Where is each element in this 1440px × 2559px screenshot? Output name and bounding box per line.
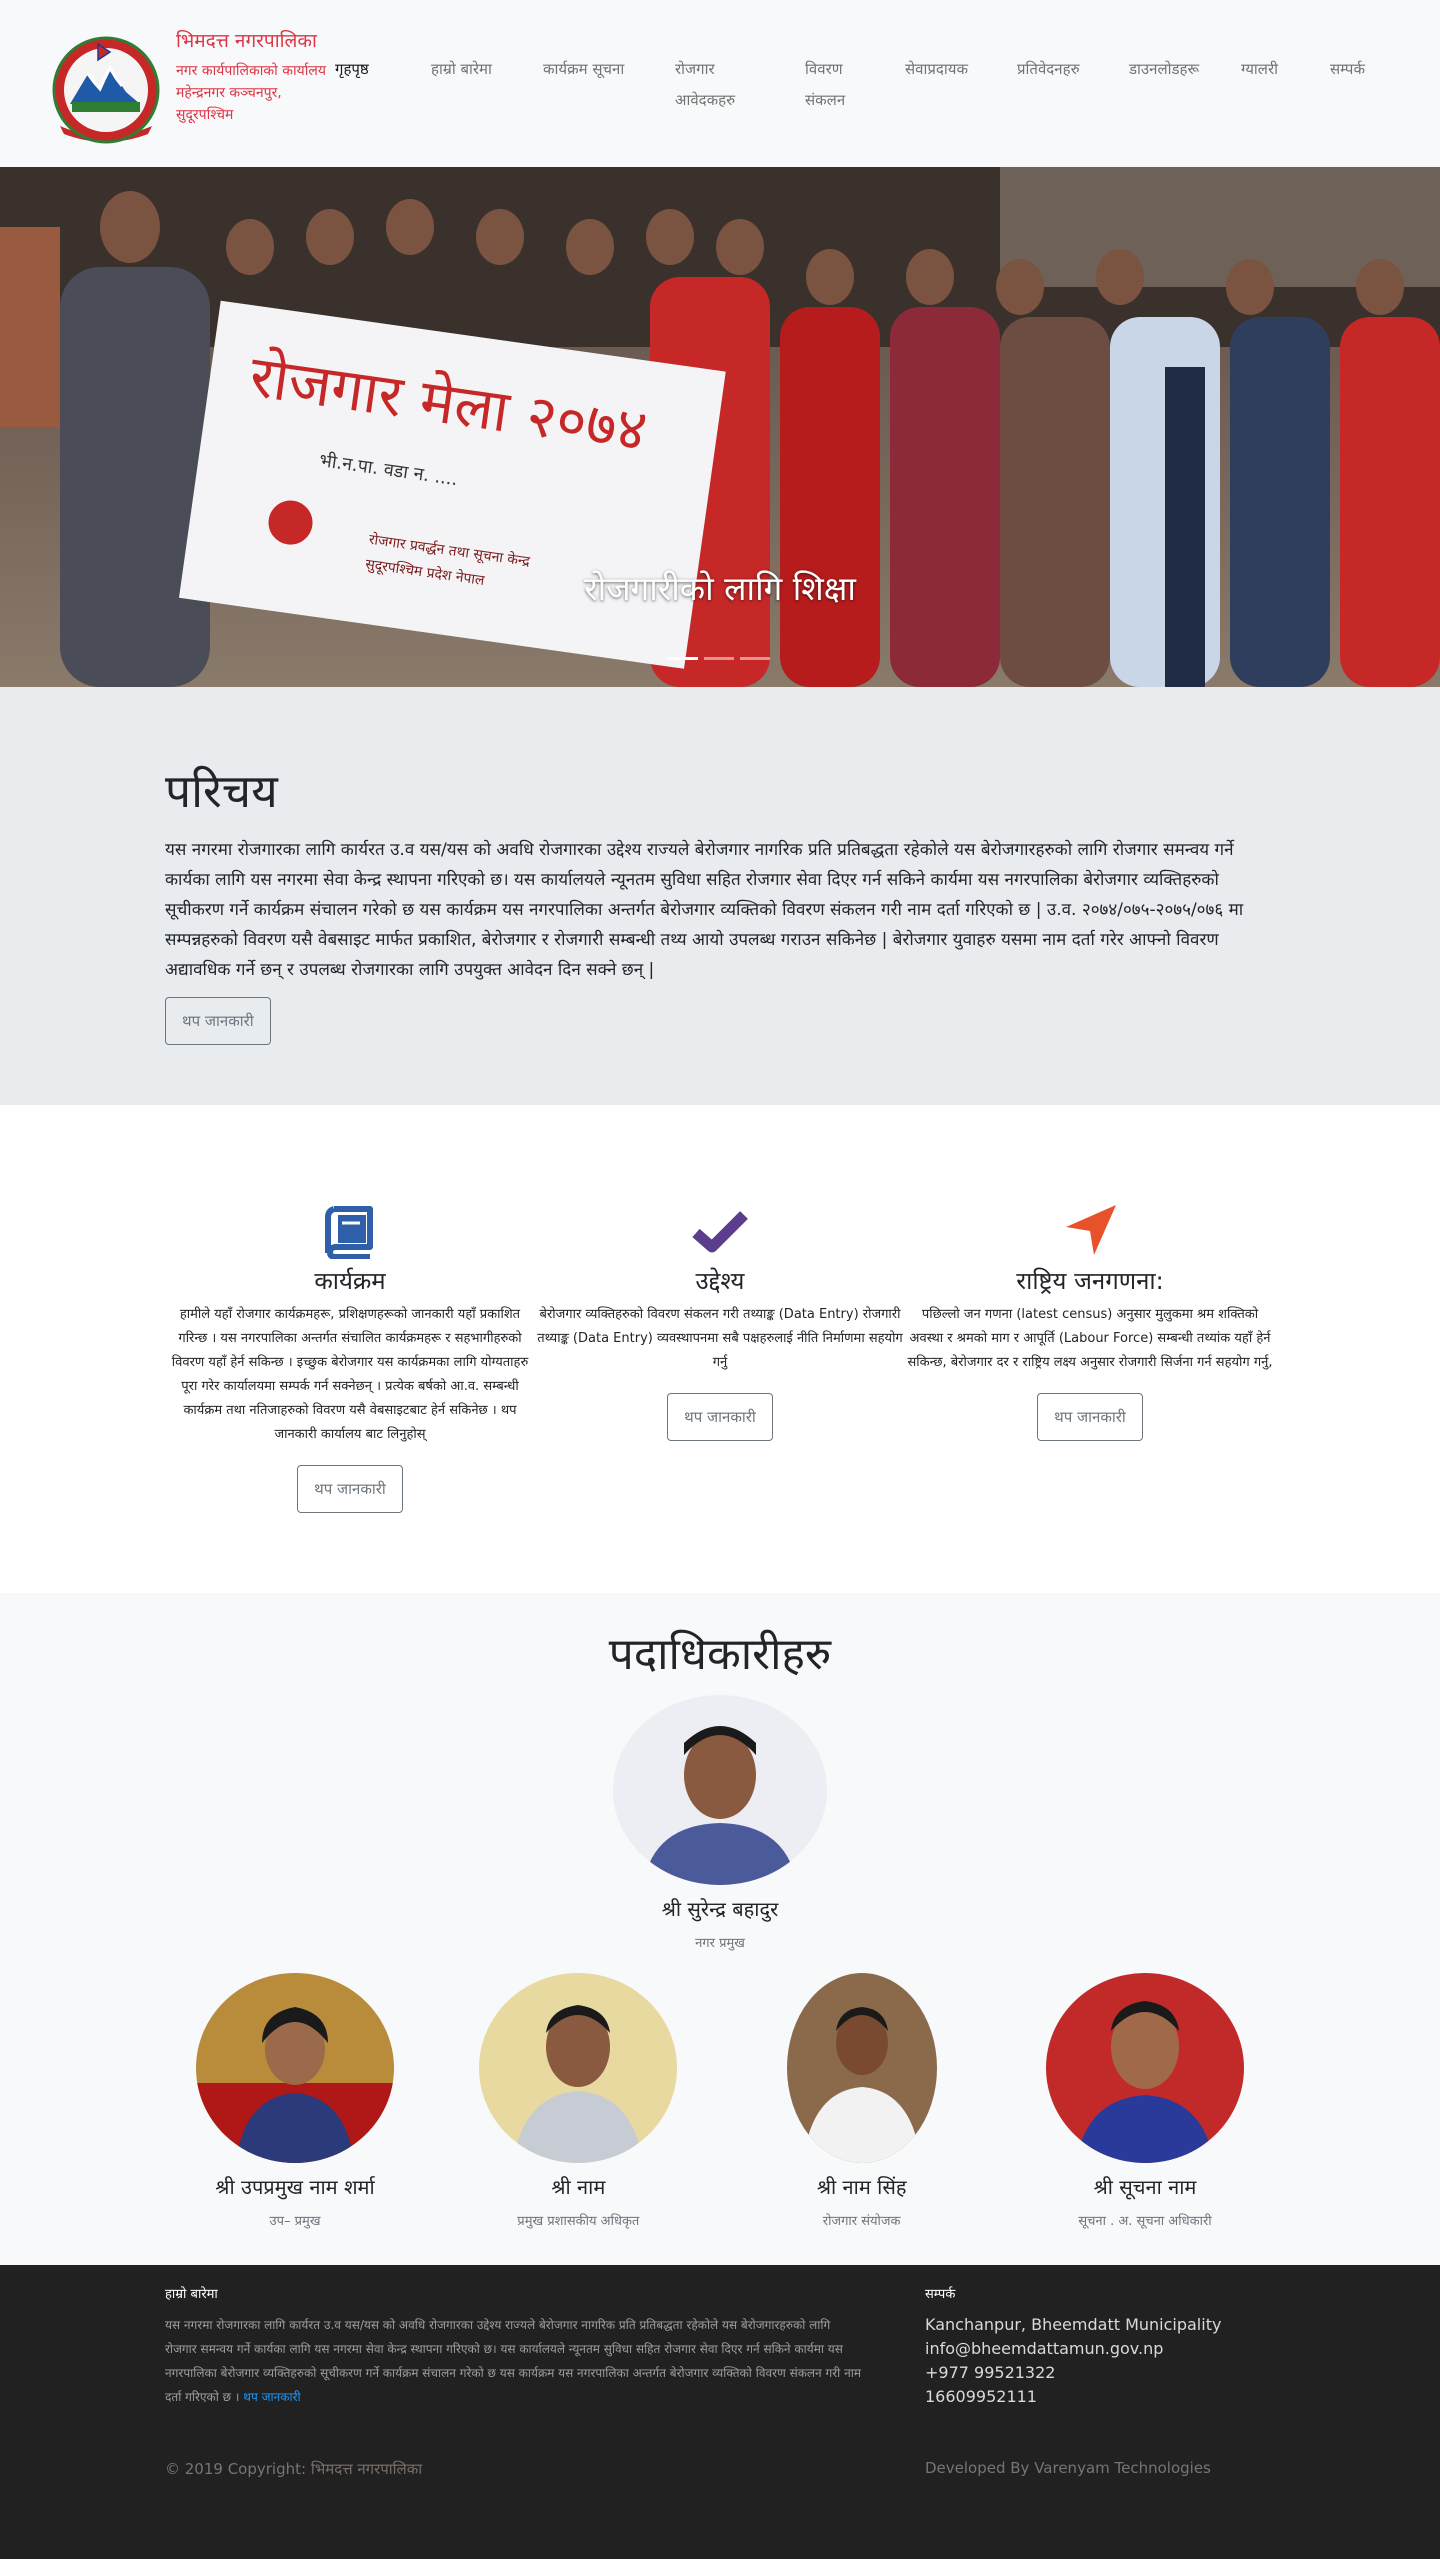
feature-title: कार्यक्रम: [314, 1267, 386, 1295]
nav-item-programs[interactable]: कार्यक्रम सूचना: [543, 50, 675, 116]
copyright: © 2019 Copyright: भिमदत्त नगरपालिका: [165, 2459, 925, 2479]
nav-item-downloads[interactable]: डाउनलोडहरू: [1129, 50, 1241, 116]
brand[interactable]: भिमदत्त नगरपालिका नगर कार्यपालिकाको कार्…: [48, 0, 335, 144]
intro-heading: परिचय: [165, 764, 278, 818]
feature-programs: कार्यक्रम हामीले यहाँ रोजगार कार्यक्रमहर…: [165, 1203, 535, 1593]
book-icon: [165, 1203, 535, 1260]
brand-title: भिमदत्त नगरपालिका: [176, 30, 317, 52]
brand-sub-line: सुदूरपश्चिम: [176, 107, 234, 123]
feature-objectives: उद्देश्य बेरोजगार व्यक्तिहरुको विवरण संक…: [535, 1203, 905, 1593]
carousel-indicator[interactable]: [740, 657, 770, 660]
brand-text: भिमदत्त नगरपालिका नगर कार्यपालिकाको कार्…: [176, 28, 326, 126]
official-role: सूचना . अ. सूचना अधिकारी: [1078, 2214, 1212, 2229]
officials-section: पदाधिकारीहरु श्री सुरेन्द्र बहादुर नगर प…: [0, 1593, 1440, 2265]
contact-address: Kanchanpur, Bheemdatt Municipality: [925, 2315, 1222, 2334]
check-icon: [535, 1203, 905, 1259]
official-card: श्री नाम सिंह रोजगार संयोजक: [732, 1973, 992, 2229]
official-name: श्री नाम सिंह: [816, 2175, 907, 2199]
intro-text: यस नगरमा रोजगारका लागि कार्यरत उ.व यस/यस…: [165, 840, 1244, 980]
location-arrow-icon: [905, 1203, 1275, 1259]
feature-text: हामीले यहाँ रोजगार कार्यक्रमहरू, प्रशिक्…: [171, 1307, 529, 1442]
contact-tollfree[interactable]: 16609952111: [925, 2385, 1221, 2409]
official-role: प्रमुख प्रशासकीय अधिकृत: [517, 2214, 640, 2229]
emblem-logo: [52, 36, 160, 144]
developer-credit: Developed By Varenyam Technologies: [925, 2459, 1211, 2477]
feature-title: राष्ट्रिय जनगणना:: [1016, 1267, 1164, 1295]
avatar: [196, 1973, 394, 2163]
official-card: श्री उपप्रमुख नाम शर्मा उप– प्रमुख: [165, 1973, 425, 2229]
contact-email[interactable]: info@bheemdattamun.gov.np: [925, 2337, 1221, 2361]
intro-section: परिचय यस नगरमा रोजगारका लागि कार्यरत उ.व…: [0, 687, 1440, 1105]
avatar: [786, 1973, 937, 2163]
official-card: श्री सुरेन्द्र बहादुर नगर प्रमुख: [520, 1695, 920, 1951]
official-role: रोजगार संयोजक: [822, 2214, 901, 2229]
copyright-link[interactable]: भिमदत्त नगरपालिका: [311, 2460, 422, 2478]
nav-item-providers[interactable]: सेवाप्रदायक: [905, 50, 1017, 116]
footer-about-heading: हाम्रो बारेमा: [165, 2287, 218, 2302]
officials-heading: पदाधिकारीहरु: [608, 1629, 832, 1680]
footer-contact-heading: सम्पर्क: [925, 2287, 956, 2302]
carousel-indicator[interactable]: [668, 657, 698, 660]
official-card: श्री सूचना नाम सूचना . अ. सूचना अधिकारी: [1015, 1973, 1275, 2229]
carousel-indicator[interactable]: [704, 657, 734, 660]
nav-item-gallery[interactable]: ग्यालरी: [1241, 50, 1330, 116]
official-name: श्री नाम: [551, 2175, 606, 2199]
navbar: भिमदत्त नगरपालिका नगर कार्यपालिकाको कार्…: [0, 0, 1440, 167]
nav-item-contact[interactable]: सम्पर्क: [1330, 50, 1400, 116]
footer-more-link[interactable]: थप जानकारी: [243, 2390, 300, 2404]
feature-more-button[interactable]: थप जानकारी: [667, 1393, 773, 1441]
avatar: [479, 1973, 678, 2163]
officials-list: श्री उपप्रमुख नाम शर्मा उप– प्रमुख श्री …: [165, 1973, 1275, 2229]
official-name: श्री सुरेन्द्र बहादुर: [661, 1897, 779, 1921]
nav-item-reports[interactable]: प्रतिवेदनहरु: [1017, 50, 1129, 116]
feature-census: राष्ट्रिय जनगणना: पछिल्लो जन गणना (lates…: [905, 1203, 1275, 1593]
avatar: [613, 1695, 827, 1885]
footer: हाम्रो बारेमा यस नगरमा रोजगारका लागि कार…: [0, 2265, 1440, 2559]
brand-subtitle: नगर कार्यपालिकाको कार्यालय महेन्द्रनगर क…: [176, 60, 326, 126]
feature-text: पछिल्लो जन गणना (latest census) अनुसार म…: [907, 1307, 1273, 1370]
carousel-indicators: [668, 657, 770, 660]
hero-caption: रोजगारीको लागि शिक्षा: [584, 569, 856, 608]
feature-more-button[interactable]: थप जानकारी: [1037, 1393, 1143, 1441]
official-card: श्री नाम प्रमुख प्रशासकीय अधिकृत: [448, 1973, 708, 2229]
footer-about: हाम्रो बारेमा यस नगरमा रोजगारका लागि कार…: [165, 2285, 925, 2409]
feature-title: उद्देश्य: [695, 1267, 745, 1295]
nav-item-home[interactable]: गृहपृष्ठ: [335, 50, 431, 116]
contact-phone[interactable]: +977 99521322: [925, 2361, 1221, 2385]
nav-item-applicants[interactable]: रोजगार आवेदकहरु: [675, 50, 805, 116]
feature-more-button[interactable]: थप जानकारी: [297, 1465, 403, 1513]
nav-item-about[interactable]: हाम्रो बारेमा: [431, 50, 543, 116]
feature-text: बेरोजगार व्यक्तिहरुको विवरण संकलन गरी तथ…: [537, 1307, 903, 1370]
brand-sub-line: नगर कार्यपालिकाको कार्यालय: [176, 63, 326, 79]
copyright-text: © 2019 Copyright:: [165, 2460, 307, 2478]
footer-bottom: © 2019 Copyright: भिमदत्त नगरपालिका Deve…: [165, 2459, 1275, 2479]
features-section: कार्यक्रम हामीले यहाँ रोजगार कार्यक्रमहर…: [0, 1105, 1440, 1593]
official-role: उप– प्रमुख: [269, 2214, 321, 2229]
hero-carousel[interactable]: रोजगार मेला २०७४ भी.न.पा. वडा न. .... रो…: [0, 167, 1440, 687]
brand-sub-line: महेन्द्रनगर कञ्चनपुर,: [176, 85, 282, 101]
official-name: श्री सूचना नाम: [1093, 2175, 1197, 2199]
official-name: श्री उपप्रमुख नाम शर्मा: [215, 2175, 375, 2199]
footer-contact: सम्पर्क Kanchanpur, Bheemdatt Municipali…: [925, 2285, 1221, 2409]
main-nav: गृहपृष्ठ हाम्रो बारेमा कार्यक्रम सूचना र…: [335, 0, 1400, 116]
avatar: [1045, 1973, 1244, 2163]
footer-about-text: यस नगरमा रोजगारका लागि कार्यरत उ.व यस/यस…: [165, 2318, 862, 2404]
intro-more-button[interactable]: थप जानकारी: [165, 997, 271, 1045]
nav-item-data-collection[interactable]: विवरण संकलन: [805, 50, 905, 116]
official-role: नगर प्रमुख: [695, 1936, 745, 1951]
